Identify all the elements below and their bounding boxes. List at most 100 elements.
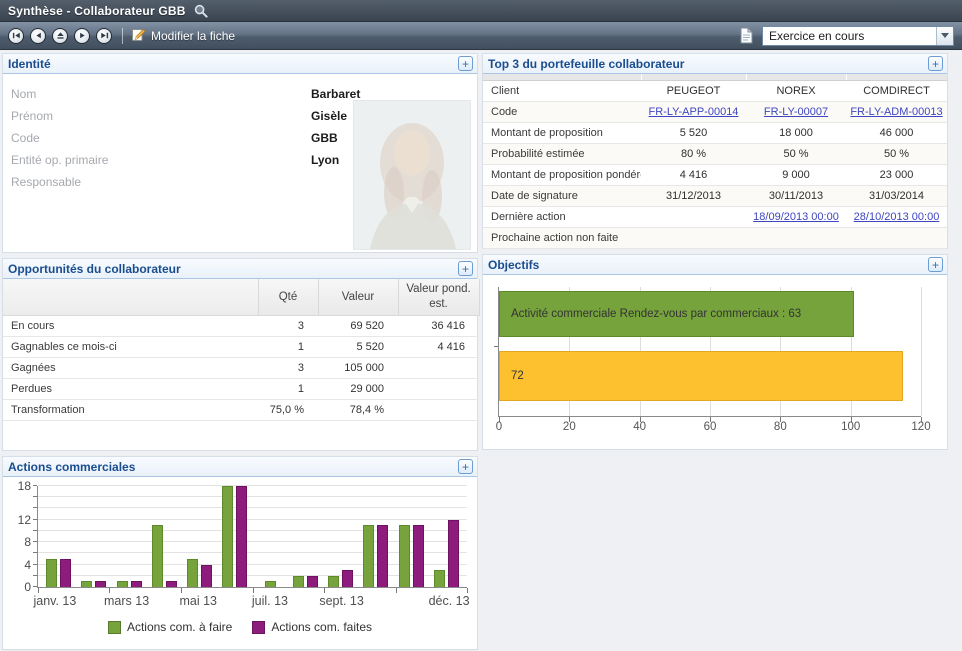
exercise-select[interactable]: Exercice en cours xyxy=(762,26,954,46)
dashboard-content: Identité + NomBarbaretPrénomGisèleCodeGB… xyxy=(0,50,962,650)
panel-actions-header: Actions commerciales + xyxy=(3,457,477,477)
edit-record-label: Modifier la fiche xyxy=(151,29,235,43)
cell-value: FR-LY-00007 xyxy=(746,101,846,122)
chart-bar[interactable] xyxy=(236,486,247,587)
chart-bar[interactable] xyxy=(222,486,233,587)
actions-chart-x-labels: janv. 13mars 13mai 13juil. 13sept. 13déc… xyxy=(37,590,467,610)
chart-bar[interactable] xyxy=(399,525,410,587)
chart-bar[interactable] xyxy=(377,525,388,587)
panel-title: Actions commerciales xyxy=(8,460,135,474)
chart-bar[interactable] xyxy=(152,525,163,587)
cell-link[interactable]: 18/09/2013 00:00 xyxy=(753,211,839,223)
bar-group xyxy=(217,486,252,587)
chart-bar[interactable] xyxy=(265,581,276,587)
axis-tick-label: 120 xyxy=(911,421,930,433)
panel-title: Objectifs xyxy=(488,258,539,272)
cell-value xyxy=(641,227,746,248)
row-label: Dernière action xyxy=(483,206,641,227)
axis-tick-label: 4 xyxy=(5,558,31,572)
chevron-down-icon[interactable] xyxy=(936,27,953,45)
cell-value: 30/11/2013 xyxy=(746,185,846,206)
chart-bar[interactable] xyxy=(413,525,424,587)
nav-previous-button[interactable] xyxy=(30,28,46,44)
edit-record-button[interactable]: Modifier la fiche xyxy=(131,27,235,45)
exercise-select-value: Exercice en cours xyxy=(763,29,936,43)
expand-panel-button[interactable]: + xyxy=(928,257,943,272)
column-header: Valeur pond. est. xyxy=(398,279,479,315)
row-label: Gagnées xyxy=(3,357,258,378)
identity-field-label: Prénom xyxy=(3,109,311,123)
chart-bar[interactable] xyxy=(328,576,339,587)
chart-bar[interactable] xyxy=(95,581,106,587)
identity-field-value: Lyon xyxy=(311,153,339,167)
axis-tick xyxy=(33,507,37,508)
objective-bar[interactable]: Activité commerciale Rendez-vous par com… xyxy=(499,291,854,337)
column-header: Qté xyxy=(258,279,318,315)
row-label: En cours xyxy=(3,315,258,336)
axis-tick-label: juil. 13 xyxy=(252,594,288,608)
expand-panel-button[interactable]: + xyxy=(928,56,943,71)
nav-last-button[interactable] xyxy=(96,28,112,44)
cell-value: 29 000 xyxy=(318,378,398,399)
expand-panel-button[interactable]: + xyxy=(458,56,473,71)
bar-group xyxy=(253,486,288,587)
nav-first-button[interactable] xyxy=(8,28,24,44)
cell-value: PEUGEOT xyxy=(641,80,746,101)
chart-bar[interactable] xyxy=(307,576,318,587)
axis-tick-label: 0 xyxy=(496,421,502,433)
chart-bar[interactable] xyxy=(131,581,142,587)
chart-bar[interactable] xyxy=(363,525,374,587)
chart-bar[interactable] xyxy=(166,581,177,587)
table-row: Dernière action 18/09/2013 00:00 28/10/201… xyxy=(483,206,947,227)
chart-bar[interactable] xyxy=(81,581,92,587)
cell-link[interactable]: FR-LY-ADM-00013 xyxy=(850,106,942,118)
cell-link[interactable]: 28/10/2013 00:00 xyxy=(854,211,940,223)
identity-field-label: Responsable xyxy=(3,175,311,189)
chart-bar[interactable] xyxy=(342,570,353,587)
axis-tick-label: 60 xyxy=(704,421,717,433)
opportunities-table: QtéValeurValeur pond. est. En cours369 5… xyxy=(3,279,480,421)
column-header xyxy=(3,279,258,315)
panel-title: Opportunités du collaborateur xyxy=(8,262,181,276)
toolbar-separator xyxy=(122,28,123,44)
bar-group xyxy=(394,486,429,587)
row-label: Code xyxy=(483,101,641,122)
nav-next-button[interactable] xyxy=(74,28,90,44)
chart-bar[interactable] xyxy=(201,565,212,587)
chart-bar[interactable] xyxy=(60,559,71,587)
cell-link[interactable]: FR-LY-APP-00014 xyxy=(649,106,739,118)
cell-value: 18/09/2013 00:00 xyxy=(746,206,846,227)
objective-bar[interactable]: 72 xyxy=(499,351,903,401)
report-page-icon[interactable] xyxy=(739,27,754,44)
cell-value: FR-LY-APP-00014 xyxy=(641,101,746,122)
cell-link[interactable]: FR-LY-00007 xyxy=(764,106,828,118)
axis-tick xyxy=(33,519,37,520)
cell-value xyxy=(746,227,846,248)
axis-tick-label: mars 13 xyxy=(104,594,149,608)
bar-group xyxy=(358,486,393,587)
nav-up-button[interactable] xyxy=(52,28,68,44)
chart-bar[interactable] xyxy=(187,559,198,587)
search-icon[interactable] xyxy=(194,4,208,18)
table-row: Montant de proposition5 52018 00046 000 xyxy=(483,122,947,143)
cell-value: 5 520 xyxy=(641,122,746,143)
chart-bar[interactable] xyxy=(46,559,57,587)
chart-bar[interactable] xyxy=(117,581,128,587)
cell-value: COMDIRECT xyxy=(846,80,947,101)
legend-label: Actions com. à faire xyxy=(127,620,232,634)
expand-panel-button[interactable]: + xyxy=(458,261,473,276)
panel-top3-portefeuille: Top 3 du portefeuille collaborateur + Cl… xyxy=(482,53,948,249)
cell-value: 36 416 xyxy=(398,315,479,336)
chart-bar[interactable] xyxy=(293,576,304,587)
panel-identite-header: Identité + xyxy=(3,54,477,74)
chart-bar[interactable] xyxy=(448,520,459,587)
axis-tick-label: 12 xyxy=(5,513,31,527)
bar-group xyxy=(76,486,111,587)
row-label: Transformation xyxy=(3,399,258,420)
chart-bar[interactable] xyxy=(434,570,445,587)
panel-title: Top 3 du portefeuille collaborateur xyxy=(488,57,684,71)
expand-panel-button[interactable]: + xyxy=(458,459,473,474)
panel-identite: Identité + NomBarbaretPrénomGisèleCodeGB… xyxy=(2,53,478,253)
row-label: Gagnables ce mois-ci xyxy=(3,336,258,357)
toolbar: Modifier la fiche Exercice en cours xyxy=(0,22,962,50)
